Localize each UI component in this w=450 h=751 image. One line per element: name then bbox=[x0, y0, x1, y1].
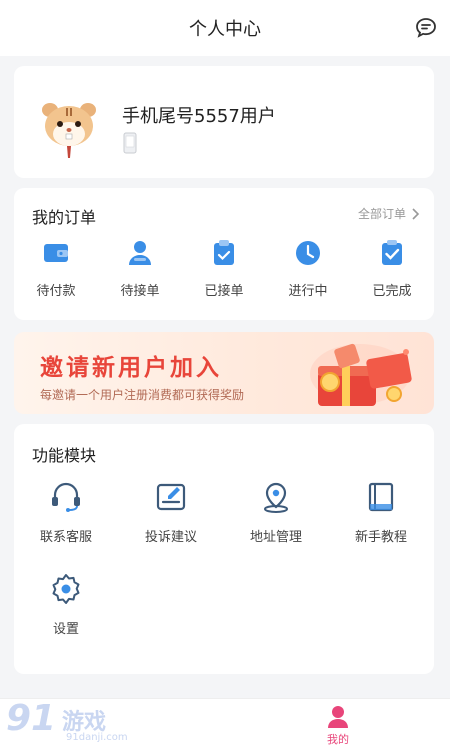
order-completed[interactable]: 已完成 bbox=[350, 238, 434, 299]
order-label: 待付款 bbox=[36, 284, 76, 299]
order-status-row: 待付款 待接单 已接单 进行中 已完成 bbox=[14, 238, 434, 299]
watermark-number: 91 bbox=[6, 698, 57, 739]
banner-subtitle: 每邀请一个用户注册消费都可获得奖励 bbox=[40, 388, 245, 402]
hamster-avatar bbox=[42, 103, 96, 160]
edit-icon bbox=[156, 483, 186, 511]
modules-title: 功能模块 bbox=[32, 446, 97, 465]
order-pending-payment[interactable]: 待付款 bbox=[14, 238, 98, 299]
wallet-icon bbox=[44, 244, 68, 262]
checklist-icon bbox=[382, 240, 402, 265]
orders-title: 我的订单 bbox=[32, 208, 97, 227]
watermark-logo: 91 游戏 91danji.com bbox=[6, 698, 136, 746]
view-all-orders-label: 全部订单 bbox=[357, 207, 406, 221]
username: 手机尾号5557用户 bbox=[122, 106, 276, 127]
feature-modules-card: 功能模块 联系客服 投诉建议 地址管理 新手教程 设置 bbox=[14, 424, 434, 674]
module-label: 投诉建议 bbox=[144, 530, 197, 545]
watermark-url: 91danji.com bbox=[66, 732, 128, 743]
phone-icon bbox=[123, 132, 137, 154]
module-label: 设置 bbox=[52, 622, 79, 637]
module-label: 地址管理 bbox=[249, 530, 302, 545]
invite-banner[interactable]: 邀请新用户加入 每邀请一个用户注册消费都可获得奖励 bbox=[14, 332, 434, 414]
module-tutorial[interactable]: 新手教程 bbox=[329, 480, 433, 545]
view-all-orders-link[interactable]: 全部订单 bbox=[358, 205, 420, 222]
order-label: 已完成 bbox=[372, 284, 412, 299]
banner-title: 邀请新用户加入 bbox=[40, 355, 222, 381]
user-icon bbox=[129, 241, 151, 265]
top-bar: 个人中心 bbox=[0, 0, 450, 56]
my-orders-card: 我的订单 全部订单 待付款 待接单 已接单 进行中 已完成 bbox=[14, 188, 434, 320]
person-icon bbox=[328, 706, 348, 728]
profile-card[interactable]: 手机尾号5557用户 bbox=[14, 66, 434, 178]
chat-bubble-icon[interactable] bbox=[414, 16, 438, 40]
page-title: 个人中心 bbox=[189, 19, 261, 40]
module-feedback[interactable]: 投诉建议 bbox=[119, 480, 223, 545]
tab-mine[interactable]: 我的 bbox=[318, 705, 358, 747]
order-accepted[interactable]: 已接单 bbox=[182, 238, 266, 299]
module-label: 联系客服 bbox=[39, 530, 92, 545]
module-label: 新手教程 bbox=[354, 530, 407, 545]
tab-mine-label: 我的 bbox=[327, 733, 349, 746]
order-awaiting-acceptance[interactable]: 待接单 bbox=[98, 238, 182, 299]
module-customer-service[interactable]: 联系客服 bbox=[14, 480, 118, 545]
order-label: 待接单 bbox=[120, 284, 160, 299]
order-label: 进行中 bbox=[288, 284, 328, 299]
location-icon bbox=[264, 482, 288, 513]
chevron-right-icon bbox=[412, 207, 420, 220]
module-settings[interactable]: 设置 bbox=[14, 572, 118, 637]
gear-icon bbox=[52, 574, 80, 604]
clock-icon bbox=[296, 241, 320, 265]
book-icon bbox=[368, 482, 394, 512]
order-label: 已接单 bbox=[204, 284, 244, 299]
clipboard-icon bbox=[214, 240, 234, 265]
order-in-progress[interactable]: 进行中 bbox=[266, 238, 350, 299]
headset-icon bbox=[52, 482, 80, 512]
gift-box-icon bbox=[310, 343, 412, 406]
module-address[interactable]: 地址管理 bbox=[224, 480, 328, 545]
